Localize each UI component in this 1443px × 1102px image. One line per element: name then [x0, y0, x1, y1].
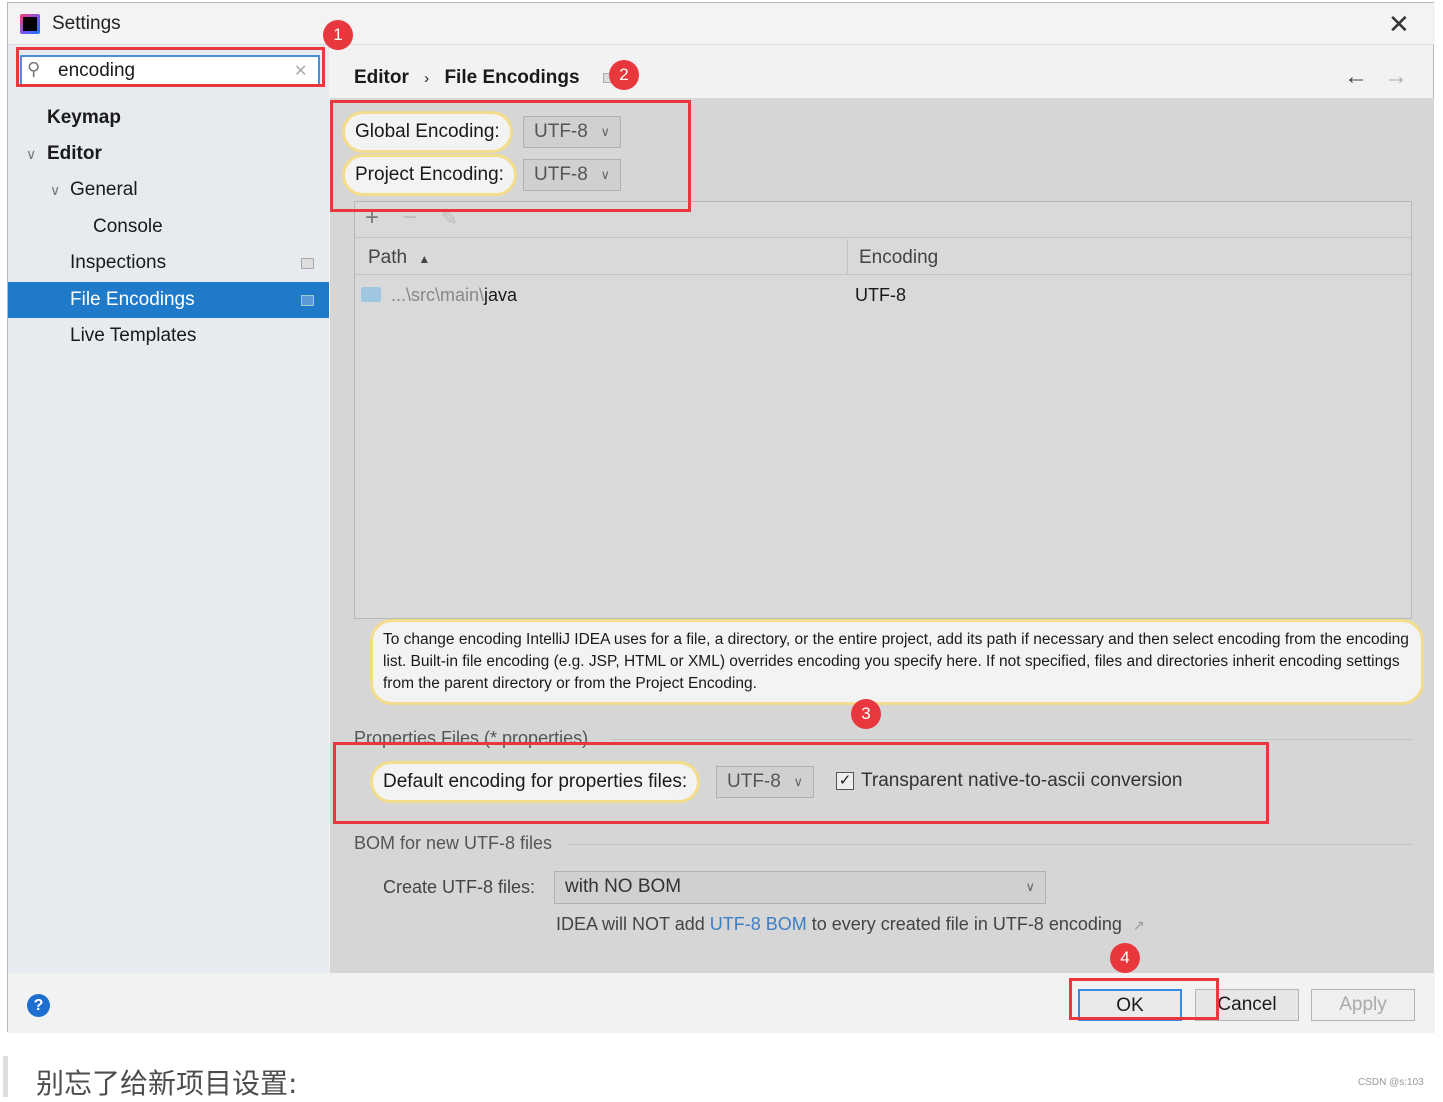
- breadcrumb: Editor › File Encodings: [354, 67, 615, 89]
- column-header-path[interactable]: Path ▲: [368, 247, 430, 269]
- window-title: Settings: [52, 13, 121, 34]
- row-path: ...\src\main\java: [391, 285, 518, 305]
- sidebar-item-file-encodings[interactable]: File Encodings: [8, 282, 329, 318]
- row-encoding[interactable]: UTF-8: [855, 285, 906, 306]
- back-arrow-icon[interactable]: ←: [1344, 63, 1368, 91]
- close-icon[interactable]: ✕: [1388, 9, 1410, 40]
- help-button[interactable]: ?: [27, 994, 50, 1017]
- sidebar: ⚲ encoding ✕ Keymap ∨ Editor ∨ General Con…: [8, 45, 329, 973]
- annotation-badge: 2: [609, 60, 639, 90]
- chevron-down-icon[interactable]: ∨: [50, 172, 60, 208]
- breadcrumb-separator: ›: [424, 70, 430, 87]
- annotation-box-search: [16, 47, 325, 87]
- quote-bar: [3, 1056, 8, 1097]
- bom-note: IDEA will NOT add UTF-8 BOM to every cre…: [556, 914, 1145, 934]
- folder-icon: [361, 287, 381, 302]
- annotation-badge: 1: [323, 20, 353, 50]
- sidebar-item-general[interactable]: ∨ General: [8, 172, 329, 208]
- sidebar-item-inspections[interactable]: Inspections: [8, 245, 329, 281]
- project-scope-icon: [301, 295, 314, 306]
- apply-button[interactable]: Apply: [1311, 989, 1415, 1021]
- create-utf8-label: Create UTF-8 files:: [383, 877, 536, 897]
- create-utf8-select[interactable]: with NO BOM ∨: [554, 871, 1046, 904]
- annotation-box-ok: [1069, 978, 1219, 1020]
- sort-ascending-icon: ▲: [418, 252, 431, 266]
- annotation-box-encodings: [330, 100, 691, 212]
- watermark: CSDN @s:103: [1358, 1077, 1424, 1088]
- forward-arrow-icon[interactable]: →: [1384, 63, 1408, 91]
- table-row[interactable]: ...\src\main\java UTF-8: [355, 277, 1411, 313]
- sidebar-item-keymap[interactable]: Keymap: [8, 100, 329, 136]
- divider: [568, 844, 1412, 845]
- external-link-icon: ↗: [1132, 917, 1145, 933]
- project-scope-icon: [301, 258, 314, 269]
- settings-dialog: Settings ✕ ⚲ encoding ✕ Keymap ∨ Editor ∨…: [7, 2, 1435, 1033]
- annotation-box-properties: [333, 742, 1269, 824]
- column-divider[interactable]: [847, 239, 848, 275]
- file-encodings-panel: Global Encoding: UTF-8 ∨ Project Encoding…: [330, 98, 1434, 973]
- help-text-tooltip: To change encoding IntelliJ IDEA uses fo…: [370, 619, 1424, 705]
- path-encoding-table: + − ✎ Path ▲ Encoding ...\src\main\java …: [354, 201, 1412, 619]
- dialog-footer: ? OK Cancel Apply: [8, 973, 1435, 1033]
- breadcrumb-editor[interactable]: Editor: [354, 67, 409, 88]
- utf8-bom-link[interactable]: UTF-8 BOM: [710, 914, 807, 934]
- article-text: 别忘了给新项目设置:: [36, 1067, 298, 1100]
- divider: [610, 739, 1412, 740]
- bom-section-title: BOM for new UTF-8 files: [354, 833, 553, 853]
- sidebar-item-console[interactable]: Console: [8, 209, 329, 245]
- chevron-down-icon: ∨: [1025, 879, 1035, 894]
- sidebar-item-editor[interactable]: ∨ Editor: [8, 136, 329, 172]
- table-header: Path ▲ Encoding: [355, 239, 1411, 275]
- title-bar: Settings ✕: [8, 3, 1435, 45]
- annotation-badge: 4: [1110, 943, 1140, 973]
- annotation-badge: 3: [851, 699, 881, 729]
- column-header-encoding[interactable]: Encoding: [859, 247, 938, 269]
- intellij-idea-icon: [20, 14, 40, 34]
- sidebar-item-live-templates[interactable]: Live Templates: [8, 318, 329, 354]
- chevron-down-icon[interactable]: ∨: [26, 136, 36, 172]
- breadcrumb-current: File Encodings: [444, 67, 580, 88]
